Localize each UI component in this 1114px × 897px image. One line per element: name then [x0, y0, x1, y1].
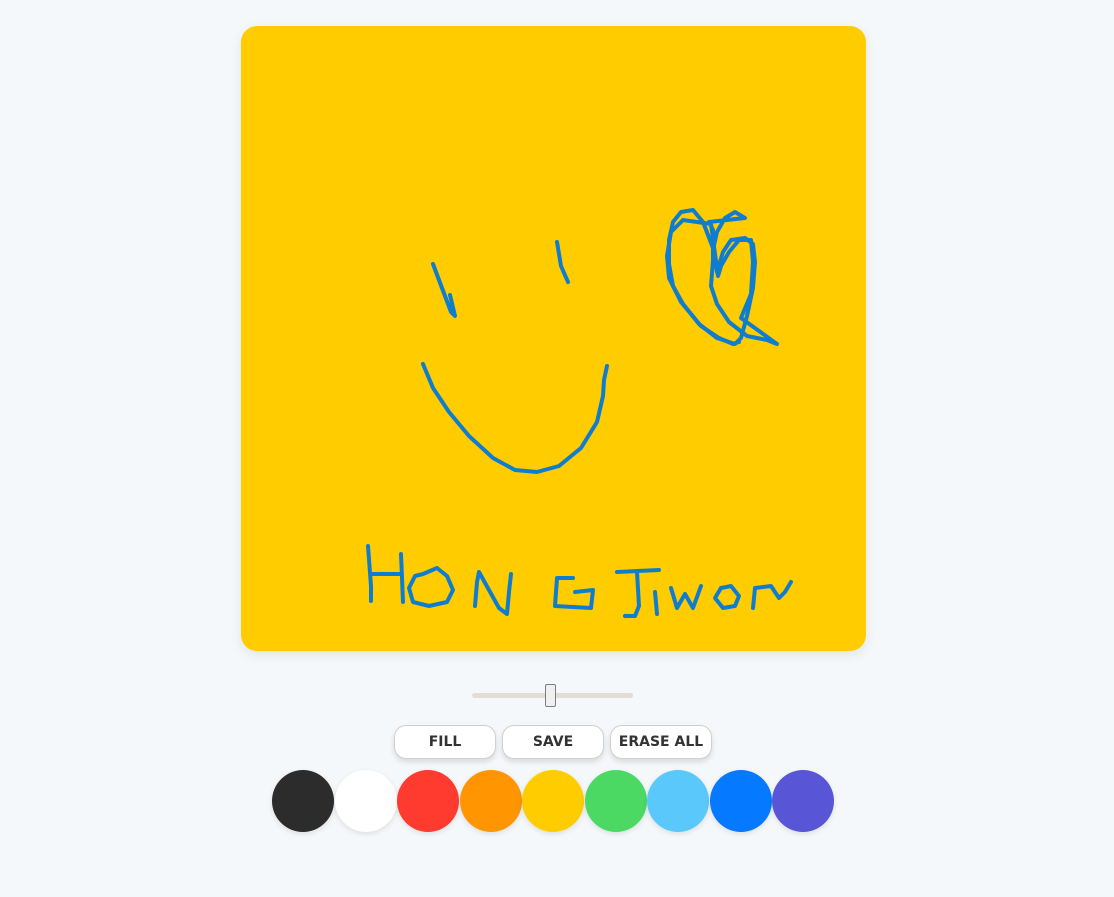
drawing-surface — [241, 26, 866, 651]
color-swatch-green[interactable] — [584, 770, 647, 832]
fill-button[interactable]: FILL — [394, 725, 496, 759]
color-swatch-orange[interactable] — [459, 770, 522, 832]
stroke-letter-i — [653, 590, 659, 616]
color-swatch-sky-blue[interactable] — [647, 770, 709, 832]
color-swatch-blue[interactable] — [709, 770, 772, 832]
color-swatch-purple[interactable] — [772, 770, 834, 832]
color-swatch-black[interactable] — [272, 770, 334, 832]
color-swatch-white[interactable] — [334, 770, 397, 832]
stroke-letter-h3 — [399, 552, 405, 604]
brush-size-slider[interactable] — [472, 684, 633, 708]
color-swatch-red[interactable] — [397, 770, 459, 832]
erase-all-button[interactable]: ERASE ALL — [610, 725, 712, 759]
save-button[interactable]: SAVE — [502, 725, 604, 759]
slider-thumb[interactable] — [544, 684, 556, 707]
drawing-canvas[interactable] — [241, 26, 866, 651]
color-swatch-yellow[interactable] — [522, 770, 584, 832]
